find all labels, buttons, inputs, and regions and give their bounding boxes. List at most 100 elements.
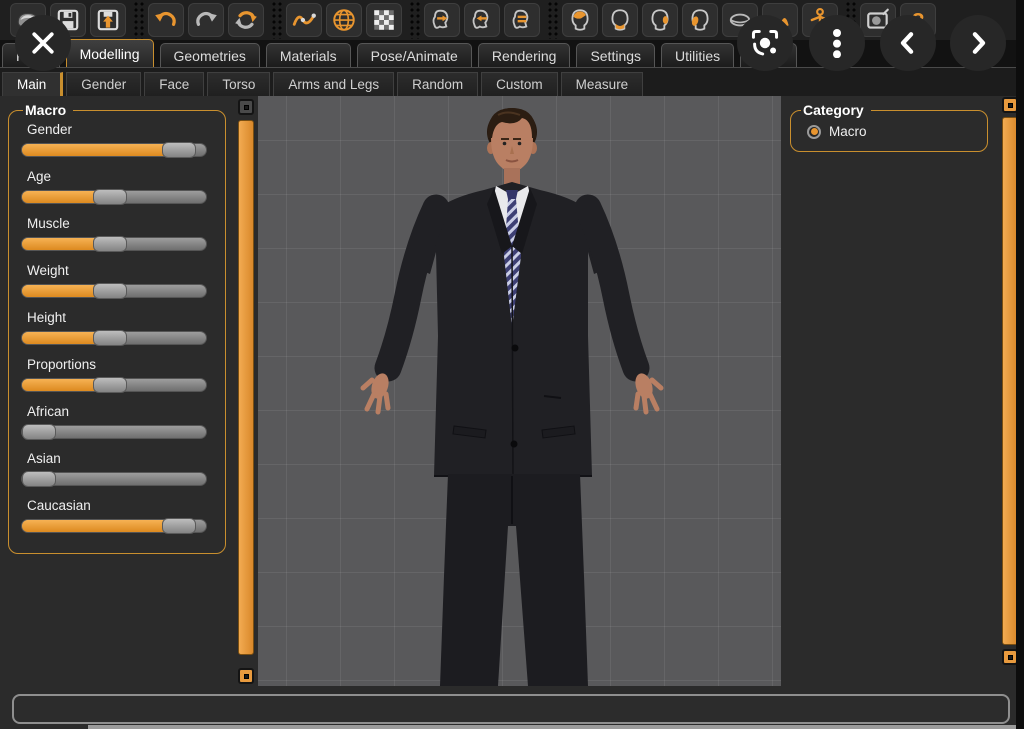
viewport-left-bottom-button[interactable] — [238, 668, 254, 684]
head-jaw-icon — [607, 7, 633, 33]
slider-track[interactable] — [21, 284, 207, 298]
subtab-custom[interactable]: Custom — [481, 72, 558, 96]
slider-label: Muscle — [27, 216, 215, 231]
slider-gender: Gender — [21, 122, 215, 157]
slider-weight: Weight — [21, 263, 215, 298]
load-button[interactable] — [90, 3, 126, 37]
category-option-label: Macro — [829, 124, 867, 139]
nav-forward-icon — [963, 28, 993, 58]
head-hair-button[interactable] — [562, 3, 598, 37]
subtab-random[interactable]: Random — [397, 72, 478, 96]
sub-tab-bar: MainGenderFaceTorsoArms and LegsRandomCu… — [0, 68, 1016, 96]
slider-height: Height — [21, 310, 215, 345]
tab-modelling[interactable]: Modelling — [66, 39, 154, 67]
slider-caucasian: Caucasian — [21, 498, 215, 533]
slider-handle[interactable] — [93, 377, 127, 393]
subtab-arms-and-legs[interactable]: Arms and Legs — [273, 72, 394, 96]
nav-back-button[interactable] — [880, 15, 936, 71]
slider-label: African — [27, 404, 215, 419]
viewport-left-top-button[interactable] — [238, 99, 254, 115]
slider-fill — [22, 285, 103, 297]
slider-handle[interactable] — [22, 424, 56, 440]
tab-materials[interactable]: Materials — [266, 43, 351, 67]
tab-settings[interactable]: Settings — [576, 43, 655, 67]
slider-fill — [22, 144, 172, 156]
subtab-main[interactable]: Main — [2, 72, 63, 96]
slider-track[interactable] — [21, 425, 207, 439]
more-options-button[interactable] — [809, 15, 865, 71]
viewport-3d[interactable] — [258, 96, 781, 686]
slider-label: Weight — [27, 263, 215, 278]
bottom-edge-strip — [88, 725, 1016, 729]
slider-handle[interactable] — [162, 518, 196, 534]
macro-panel-title: Macro — [23, 102, 73, 118]
slider-muscle: Muscle — [21, 216, 215, 251]
slider-asian: Asian — [21, 451, 215, 486]
head-hair-icon — [567, 7, 593, 33]
symmetry-left-button[interactable] — [464, 3, 500, 37]
slider-track[interactable] — [21, 331, 207, 345]
head-ear-button[interactable] — [642, 3, 678, 37]
category-options: Macro — [799, 124, 979, 139]
radio-button-icon[interactable] — [807, 125, 821, 139]
toolbar-separator — [133, 1, 145, 39]
slider-track[interactable] — [21, 143, 207, 157]
makehuman-window: ? FilesModellingGeometriesMaterialsPose/… — [0, 0, 1024, 729]
slider-label: Height — [27, 310, 215, 325]
symmetry-right-button[interactable] — [424, 3, 460, 37]
slider-label: Gender — [27, 122, 215, 137]
slider-handle[interactable] — [93, 330, 127, 346]
slider-fill — [22, 379, 103, 391]
slider-handle[interactable] — [93, 283, 127, 299]
close-button[interactable] — [15, 15, 71, 71]
tab-geometries[interactable]: Geometries — [160, 43, 260, 67]
undo-button[interactable] — [148, 3, 184, 37]
nav-forward-button[interactable] — [950, 15, 1006, 71]
head-jaw-button[interactable] — [602, 3, 638, 37]
slider-track[interactable] — [21, 472, 207, 486]
square-dot-icon — [244, 674, 249, 679]
slider-label: Caucasian — [27, 498, 215, 513]
screenshot-button[interactable] — [737, 15, 793, 71]
redo-icon — [193, 7, 219, 33]
background-checker-button[interactable] — [366, 3, 402, 37]
slider-handle[interactable] — [93, 189, 127, 205]
tab-rendering[interactable]: Rendering — [478, 43, 571, 67]
wireframe-globe-icon — [331, 7, 357, 33]
slider-label: Proportions — [27, 357, 215, 372]
tab-pose-animate[interactable]: Pose/Animate — [357, 43, 472, 67]
reset-button[interactable] — [228, 3, 264, 37]
macro-panel: Macro Gender Age Muscle Weight Height Proport… — [8, 102, 226, 554]
smooth-curve-button[interactable] — [286, 3, 322, 37]
subtab-torso[interactable]: Torso — [207, 72, 270, 96]
head-side-button[interactable] — [682, 3, 718, 37]
subtab-gender[interactable]: Gender — [66, 72, 141, 96]
toolbar-separator — [547, 1, 559, 39]
symmetry-lock-button[interactable] — [504, 3, 540, 37]
slider-label: Asian — [27, 451, 215, 466]
toolbar-separator — [409, 1, 421, 39]
slider-track[interactable] — [21, 237, 207, 251]
category-option-macro[interactable]: Macro — [807, 124, 979, 139]
slider-age: Age — [21, 169, 215, 204]
slider-track[interactable] — [21, 190, 207, 204]
slider-fill — [22, 332, 103, 344]
square-dot-icon — [1008, 655, 1013, 660]
subtab-measure[interactable]: Measure — [561, 72, 644, 96]
slider-fill — [22, 520, 172, 532]
slider-handle[interactable] — [93, 236, 127, 252]
wireframe-globe-button[interactable] — [326, 3, 362, 37]
tab-utilities[interactable]: Utilities — [661, 43, 734, 67]
redo-button[interactable] — [188, 3, 224, 37]
smooth-curve-icon — [291, 7, 317, 33]
viewport-left-scrollbar[interactable] — [238, 120, 254, 655]
slider-handle[interactable] — [22, 471, 56, 487]
subtab-face[interactable]: Face — [144, 72, 204, 96]
status-bar — [12, 694, 1010, 724]
slider-handle[interactable] — [162, 142, 196, 158]
slider-track[interactable] — [21, 519, 207, 533]
human-model[interactable] — [258, 96, 781, 686]
slider-label: Age — [27, 169, 215, 184]
toolbar-separator — [271, 1, 283, 39]
slider-track[interactable] — [21, 378, 207, 392]
